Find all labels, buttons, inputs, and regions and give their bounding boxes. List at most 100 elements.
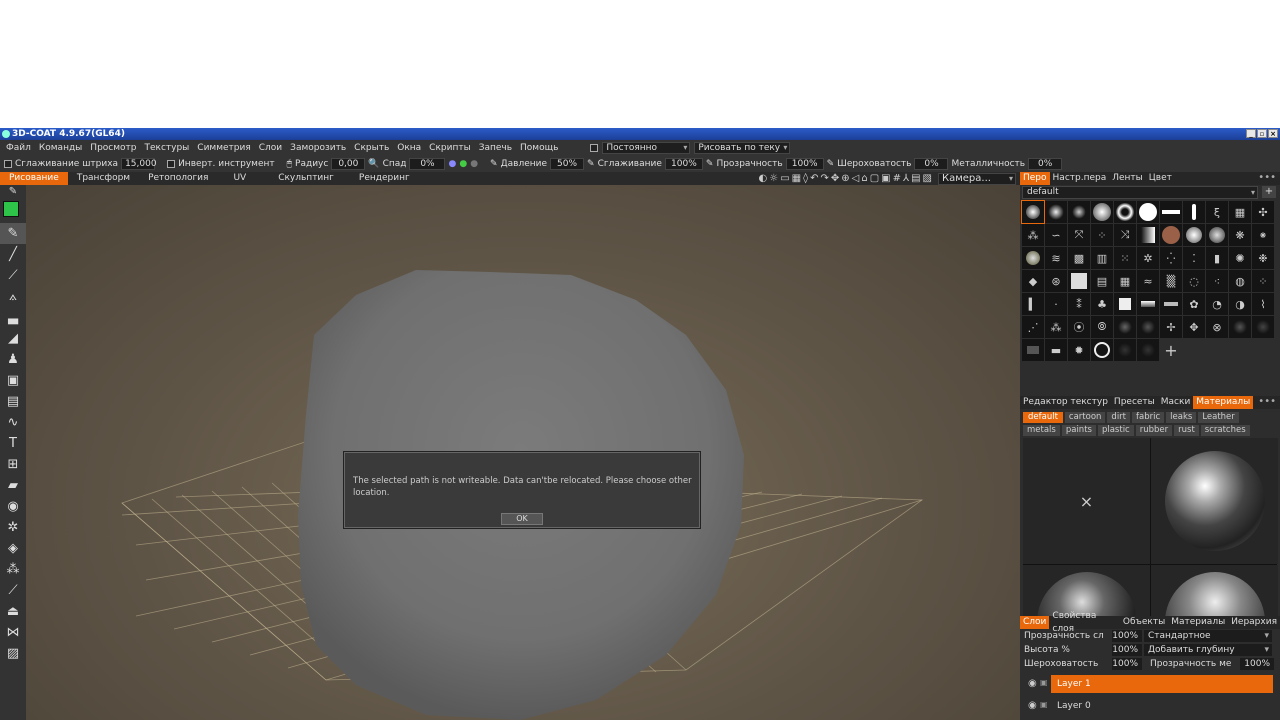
tab-sculpt[interactable]: Скульптинг <box>262 172 350 185</box>
menu-freeze[interactable]: Заморозить <box>286 140 350 156</box>
brush-item[interactable]: ξ <box>1206 201 1228 223</box>
metal-value[interactable]: 0% <box>1028 158 1063 170</box>
blend-mode-select[interactable]: Стандартное <box>1144 630 1272 642</box>
pressure-value[interactable]: 50% <box>550 158 585 170</box>
brush-item[interactable]: ⁖ <box>1206 270 1228 292</box>
smudge-tool-icon[interactable]: ▃ <box>0 307 26 328</box>
brush-item[interactable] <box>1114 339 1136 361</box>
stroke-tool-icon[interactable]: ⟋ <box>0 265 26 286</box>
brush-item[interactable] <box>1068 201 1090 223</box>
brush-item[interactable]: ⦿ <box>1068 316 1090 338</box>
move-icon[interactable]: ✥ <box>831 173 839 184</box>
brush-item[interactable] <box>1045 201 1067 223</box>
brush-item[interactable]: ♣ <box>1091 293 1113 315</box>
brush-item[interactable]: ⊛ <box>1045 270 1067 292</box>
brush-item[interactable] <box>1137 201 1159 223</box>
picker-tool-icon[interactable]: ⟋ <box>0 580 26 601</box>
menu-commands[interactable]: Команды <box>35 140 86 156</box>
tab-brush-settings[interactable]: Настр.пера <box>1050 172 1110 185</box>
brush-item[interactable]: · <box>1045 293 1067 315</box>
tab-layer-materials[interactable]: Материалы <box>1168 616 1228 629</box>
brush-item[interactable]: ❉ <box>1252 247 1274 269</box>
brush-item[interactable]: ▦ <box>1229 201 1251 223</box>
brush-item[interactable]: ▍ <box>1022 293 1044 315</box>
brush-item[interactable]: ✿ <box>1183 293 1205 315</box>
brush-item[interactable] <box>1160 293 1182 315</box>
tab-masks[interactable]: Маски <box>1158 396 1194 409</box>
brush-item[interactable] <box>1114 293 1136 315</box>
layer-height-value[interactable]: 100% <box>1112 644 1142 656</box>
tag-fabric[interactable]: fabric <box>1132 412 1165 423</box>
brush-item[interactable] <box>1114 201 1136 223</box>
brush-item[interactable]: ⁕ <box>1252 224 1274 246</box>
brush-item[interactable] <box>1114 316 1136 338</box>
axes-icon[interactable]: ⅄ <box>903 173 909 184</box>
line-tool-icon[interactable]: ╱ <box>0 244 26 265</box>
wand-tool-icon[interactable]: ⁂ <box>0 559 26 580</box>
tab-materials[interactable]: Материалы <box>1193 396 1254 409</box>
brush-item[interactable]: ⤧ <box>1068 224 1090 246</box>
brush-item[interactable]: ⁘ <box>1252 270 1274 292</box>
brush-item[interactable]: ◔ <box>1206 293 1228 315</box>
cube-icon[interactable]: ▣ <box>881 173 890 184</box>
material-chrome[interactable] <box>1151 438 1278 564</box>
brush-item[interactable]: ≋ <box>1045 247 1067 269</box>
brush-item[interactable]: ▤ <box>1091 270 1113 292</box>
menu-bake[interactable]: Запечь <box>475 140 516 156</box>
tag-cartoon[interactable]: cartoon <box>1064 412 1106 423</box>
3d-viewport[interactable]: The selected path is not writeable. Data… <box>26 185 1020 720</box>
tab-strips[interactable]: Ленты <box>1109 172 1146 185</box>
arrow-icon[interactable]: ◁ <box>852 173 860 184</box>
materials-menu-icon[interactable]: ••• <box>1258 396 1276 407</box>
brush-item[interactable]: ▥ <box>1091 247 1113 269</box>
copy-tool-icon[interactable]: ▤ <box>0 391 26 412</box>
texture-tool-icon[interactable]: ▣ <box>0 370 26 391</box>
brush-item[interactable] <box>1091 201 1113 223</box>
menu-help[interactable]: Помощь <box>516 140 562 156</box>
menu-windows[interactable]: Окна <box>393 140 425 156</box>
panel-menu-icon[interactable]: ••• <box>1258 172 1276 183</box>
brush-item[interactable] <box>1183 224 1205 246</box>
tab-transform[interactable]: Трансформ <box>68 172 139 185</box>
tab-uv[interactable]: UV <box>217 172 262 185</box>
brush-item[interactable] <box>1022 247 1044 269</box>
brush-tool-icon[interactable]: ✎ <box>0 223 26 244</box>
brush-item[interactable]: ⁛ <box>1160 247 1182 269</box>
layer-metal-opacity-value[interactable]: 100% <box>1240 658 1274 670</box>
brush-item[interactable] <box>1252 316 1274 338</box>
add-brush-icon[interactable]: + <box>1160 339 1182 361</box>
smoothing-value[interactable]: 100% <box>664 158 703 170</box>
tab-brush[interactable]: Перо <box>1020 172 1050 185</box>
roughness-value[interactable]: 0% <box>914 158 949 170</box>
layer-row[interactable]: ◉ ▣ Layer 1 <box>1020 675 1280 693</box>
brush-item[interactable]: ⁑ <box>1068 293 1090 315</box>
camera-select[interactable]: Камера... <box>938 172 1016 185</box>
ok-button[interactable]: OK <box>501 513 543 525</box>
sun-icon[interactable]: ☼ <box>769 173 778 184</box>
iron-tool-icon[interactable]: ⏏ <box>0 601 26 622</box>
tag-paints[interactable]: paints <box>1061 425 1096 436</box>
tag-default[interactable]: default <box>1023 412 1063 423</box>
brush-item[interactable]: ✹ <box>1068 339 1090 361</box>
invert-checkbox[interactable] <box>167 160 176 168</box>
brush-item[interactable] <box>1022 339 1044 361</box>
depth-mode-select[interactable]: Добавить глубину <box>1144 644 1272 656</box>
zoom-icon[interactable]: ⊕ <box>841 173 849 184</box>
brush-item[interactable]: ⁂ <box>1022 224 1044 246</box>
image-icon[interactable]: ▧ <box>923 173 932 184</box>
text-tool-icon[interactable]: T <box>0 433 26 454</box>
brush-item[interactable]: ◆ <box>1022 270 1044 292</box>
brush-item[interactable]: ⁘ <box>1091 224 1113 246</box>
maximize-button[interactable]: ▫ <box>1257 129 1267 138</box>
tag-scratches[interactable]: scratches <box>1200 425 1250 436</box>
brush-item[interactable] <box>1091 339 1113 361</box>
layer-row[interactable]: ◉ ▣ Layer 0 <box>1020 697 1280 715</box>
brush-item[interactable] <box>1137 316 1159 338</box>
brush-item[interactable]: ✲ <box>1137 247 1159 269</box>
brush-item[interactable]: ◑ <box>1229 293 1251 315</box>
menu-layers[interactable]: Слои <box>255 140 286 156</box>
tab-layers[interactable]: Слои <box>1020 616 1050 629</box>
opacity-value[interactable]: 100% <box>785 158 824 170</box>
brush-item[interactable] <box>1137 224 1159 246</box>
brush-item[interactable]: ⌇ <box>1252 293 1274 315</box>
